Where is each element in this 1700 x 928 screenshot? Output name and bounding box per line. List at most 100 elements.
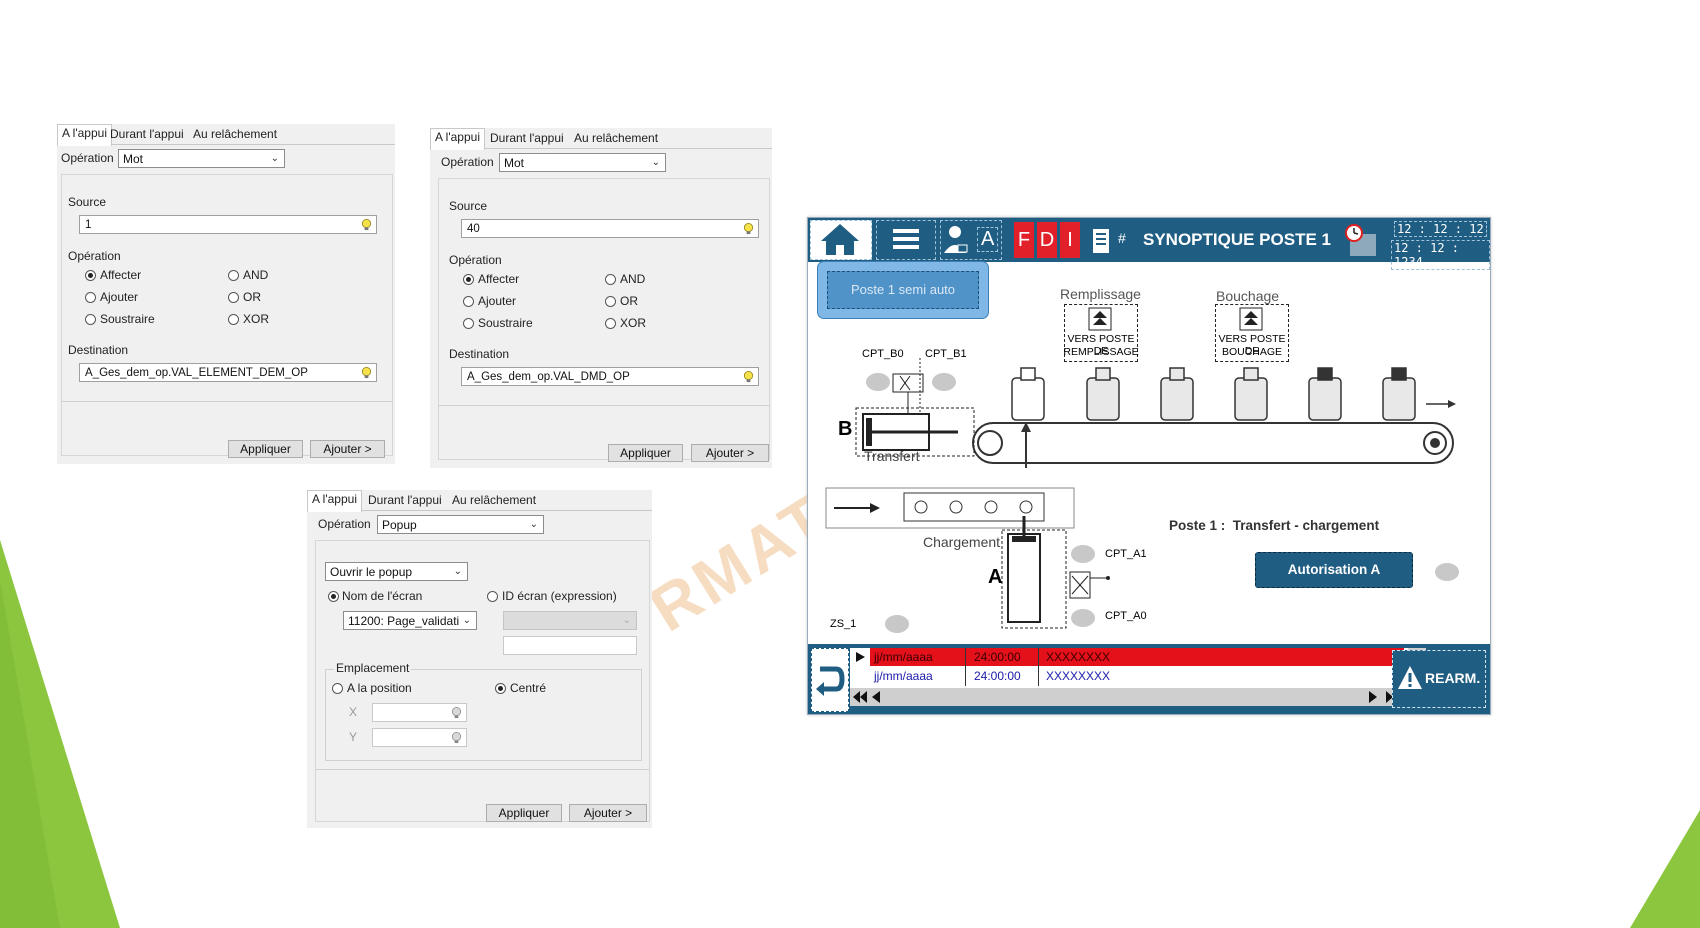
apply-button[interactable]: Appliquer <box>486 804 562 822</box>
radio-affecter[interactable] <box>85 270 96 281</box>
operation-label: Opération <box>441 155 494 169</box>
autorisation-a-button[interactable]: Autorisation A <box>1255 552 1413 588</box>
conveyor-belt <box>972 422 1454 464</box>
apply-button[interactable]: Appliquer <box>228 440 303 458</box>
bottle-filled <box>1086 367 1120 421</box>
radio-ajouter[interactable] <box>463 296 474 307</box>
radio-xor[interactable] <box>228 314 239 325</box>
bottle-filled <box>1160 367 1194 421</box>
rearm-button[interactable]: REARM. <box>1392 650 1486 708</box>
radio-ajouter[interactable] <box>85 292 96 303</box>
scroll-right-icon[interactable] <box>1367 690 1379 704</box>
alarm-list: jj/mm/aaaa 24:00:00 XXXXXXXX jj/mm/aaaa … <box>850 648 1426 706</box>
radio-centered[interactable] <box>495 683 506 694</box>
operation-select[interactable]: Mot ⌄ <box>118 149 285 168</box>
lightbulb-icon[interactable] <box>742 370 755 383</box>
action-dialog-2: A l'appui Durant l'appui Au relâchement … <box>430 128 772 468</box>
operation-panel: Source 40 Opération Affecter AND Ajouter… <box>438 178 770 460</box>
radio-screen-name[interactable] <box>328 591 339 602</box>
bottle-empty <box>1011 367 1045 421</box>
undo-arrow-icon <box>816 666 845 696</box>
screen-id-label: ID écran (expression) <box>502 589 617 603</box>
operation-select[interactable]: Popup ⌄ <box>377 515 544 534</box>
sensor-cpt-a0 <box>1071 609 1095 627</box>
radio-or-label: OR <box>243 290 261 304</box>
cpt-b0-label: CPT_B0 <box>862 348 904 360</box>
radio-at-position[interactable] <box>332 683 343 694</box>
op-group-label: Opération <box>68 249 121 263</box>
alarm-history-button[interactable] <box>811 648 849 712</box>
cpt-a0-label: CPT_A0 <box>1105 610 1147 622</box>
tab-a-lappui[interactable]: A l'appui <box>430 128 485 150</box>
tab-au-relachement[interactable]: Au relâchement <box>189 126 281 144</box>
screen-id-select[interactable]: ⌄ <box>503 611 637 630</box>
radio-and-label: AND <box>620 272 646 286</box>
destination-value: A_Ges_dem_op.VAL_DMD_OP <box>467 371 630 383</box>
y-input[interactable] <box>372 728 467 747</box>
horizontal-scrollbar[interactable] <box>850 688 1406 706</box>
scroll-first-icon[interactable] <box>852 690 868 704</box>
radio-and[interactable] <box>605 274 616 285</box>
source-input[interactable]: 1 <box>79 215 377 234</box>
cpt-a1-label: CPT_A1 <box>1105 548 1147 560</box>
op-group-label: Opération <box>449 253 502 267</box>
chevron-down-icon: ⌄ <box>453 566 462 577</box>
alarm-row-active[interactable]: jj/mm/aaaa 24:00:00 XXXXXXXX <box>870 648 1404 666</box>
radio-or-label: OR <box>620 294 638 308</box>
add-button[interactable]: Ajouter > <box>310 440 385 458</box>
source-input[interactable]: 40 <box>461 219 759 238</box>
sensor-zs-1 <box>885 615 909 633</box>
tab-durant-lappui[interactable]: Durant l'appui <box>106 126 188 144</box>
tab-a-lappui[interactable]: A l'appui <box>307 490 362 512</box>
radio-xor[interactable] <box>605 318 616 329</box>
radio-soustraire[interactable] <box>463 318 474 329</box>
tab-au-relachement[interactable]: Au relâchement <box>570 130 662 148</box>
radio-screen-id[interactable] <box>487 591 498 602</box>
cylinder-a-label: A <box>988 566 1003 588</box>
tab-a-lappui[interactable]: A l'appui <box>57 124 112 146</box>
operation-value: Mot <box>123 152 144 166</box>
scroll-left-icon[interactable] <box>870 690 882 704</box>
bottle-capped <box>1308 367 1342 421</box>
screen-value: 11200: Page_validati <box>348 614 460 628</box>
add-button[interactable]: Ajouter > <box>691 444 769 462</box>
tab-durant-lappui[interactable]: Durant l'appui <box>486 130 568 148</box>
play-icon[interactable] <box>854 651 866 663</box>
add-button[interactable]: Ajouter > <box>569 804 647 822</box>
destination-input[interactable]: A_Ges_dem_op.VAL_ELEMENT_DEM_OP <box>79 363 377 382</box>
tab-au-relachement[interactable]: Au relâchement <box>448 492 540 510</box>
radio-soustraire[interactable] <box>85 314 96 325</box>
radio-affecter[interactable] <box>463 274 474 285</box>
operation-label: Opération <box>318 517 371 531</box>
lightbulb-icon[interactable] <box>742 222 755 235</box>
source-value: 1 <box>85 219 92 231</box>
source-value: 40 <box>467 223 480 235</box>
screen-id-expression-input[interactable] <box>503 636 637 655</box>
alarm-row[interactable]: jj/mm/aaaa 24:00:00 XXXXXXXX <box>870 667 1404 685</box>
radio-or[interactable] <box>228 292 239 303</box>
radio-or[interactable] <box>605 296 616 307</box>
destination-input[interactable]: A_Ges_dem_op.VAL_DMD_OP <box>461 367 759 386</box>
lightbulb-icon[interactable] <box>360 366 373 379</box>
apply-button[interactable]: Appliquer <box>608 444 683 462</box>
operation-value: Mot <box>504 156 525 170</box>
lightbulb-icon[interactable] <box>450 706 463 719</box>
lightbulb-icon[interactable] <box>360 218 373 231</box>
cylinder-a <box>1007 533 1041 623</box>
lightbulb-icon[interactable] <box>450 731 463 744</box>
popup-action-select[interactable]: Ouvrir le popup ⌄ <box>325 562 468 581</box>
radio-affecter-label: Affecter <box>478 272 520 286</box>
screen-select[interactable]: 11200: Page_validati ⌄ <box>343 611 477 630</box>
radio-soustraire-label: Soustraire <box>100 312 155 326</box>
radio-affecter-label: Affecter <box>100 268 142 282</box>
alarm-banner: jj/mm/aaaa 24:00:00 XXXXXXXX jj/mm/aaaa … <box>808 644 1490 714</box>
autorisation-indicator <box>1435 563 1459 581</box>
operation-select[interactable]: Mot ⌄ <box>499 153 666 172</box>
bottle-filled <box>1234 367 1268 421</box>
x-input[interactable] <box>372 703 467 722</box>
radio-and[interactable] <box>228 270 239 281</box>
valve-b <box>892 373 924 393</box>
chevron-down-icon: ⌄ <box>462 615 471 626</box>
tab-durant-lappui[interactable]: Durant l'appui <box>364 492 446 510</box>
y-label: Y <box>349 730 358 744</box>
